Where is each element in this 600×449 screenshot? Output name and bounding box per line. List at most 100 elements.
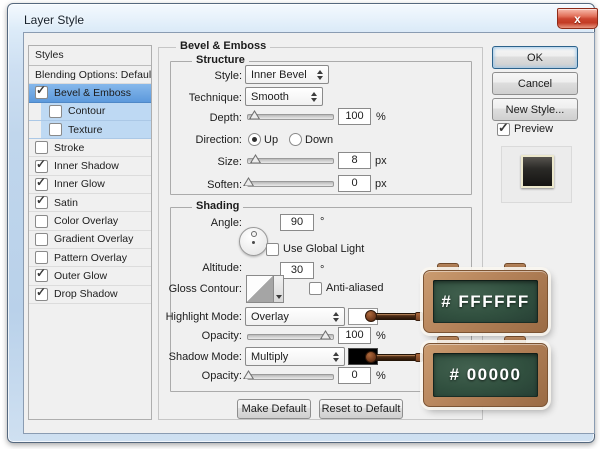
sidebar-item-blending-options[interactable]: Blending Options: Default [29,66,151,84]
updown-arrows-icon [311,92,317,102]
reset-to-default-button[interactable]: Reset to Default [319,399,403,419]
highlight-mode-label: Highlight Mode: [160,311,242,323]
direction-up-label: Up [264,134,278,146]
preview-panel [501,146,572,203]
close-icon: x [574,13,581,25]
soften-label: Soften: [160,179,242,191]
style-dropdown[interactable]: Inner Bevel [245,65,329,84]
sidebar-item-inner-glow[interactable]: Inner Glow [29,176,151,194]
sidebar-item-label: Inner Glow [54,178,105,190]
angle-dial[interactable] [239,227,268,256]
checkbox-stroke[interactable] [35,141,48,154]
shadow-opacity-unit: % [376,370,386,382]
gloss-contour-thumbnail[interactable] [246,275,274,303]
technique-dropdown[interactable]: Smooth [245,87,323,106]
checkbox-contour[interactable] [49,105,62,118]
sidebar-item-label: Drop Shadow [54,288,118,300]
ok-button[interactable]: OK [492,46,578,69]
checkbox-outer-glow[interactable] [35,269,48,282]
sidebar-item-satin[interactable]: Satin [29,194,151,212]
updown-arrows-icon [333,312,339,322]
use-global-light-checkbox[interactable] [266,243,279,256]
dropdown-arrow-icon [276,295,282,299]
checkbox-satin[interactable] [35,196,48,209]
structure-legend: Structure [192,54,249,66]
size-field[interactable]: 8 [338,152,371,169]
sidebar-item-label: Contour [68,105,105,117]
altitude-unit: ° [320,264,324,276]
pointer-stick-cap [415,312,423,321]
new-style-button[interactable]: New Style... [492,98,578,121]
highlight-mode-dropdown[interactable]: Overlay [245,307,345,326]
highlight-opacity-track[interactable] [247,334,334,340]
size-label: Size: [160,156,242,168]
shadow-hex-text: # 00000 [433,353,538,397]
shadow-opacity-field[interactable]: 0 [338,367,371,384]
close-button[interactable]: x [557,8,598,29]
sidebar-item-color-overlay[interactable]: Color Overlay [29,212,151,230]
cancel-button[interactable]: Cancel [492,72,578,95]
soften-unit: px [375,178,387,190]
sidebar-item-gradient-overlay[interactable]: Gradient Overlay [29,231,151,249]
checkbox-texture[interactable] [49,123,62,136]
sidebar-item-drop-shadow[interactable]: Drop Shadow [29,286,151,304]
sidebar-item-label: Stroke [54,142,84,154]
direction-down-radio[interactable] [289,133,302,146]
sidebar-item-stroke[interactable]: Stroke [29,139,151,157]
sidebar-item-inner-shadow[interactable]: Inner Shadow [29,157,151,175]
altitude-field[interactable]: 30 [280,262,314,279]
depth-slider-track[interactable] [247,114,334,120]
checkbox-inner-shadow[interactable] [35,160,48,173]
checkbox-gradient-overlay[interactable] [35,233,48,246]
size-slider-track[interactable] [247,158,334,164]
highlight-opacity-field[interactable]: 100 [338,327,371,344]
highlight-hex-annotation-board: # FFFFFF [423,270,548,333]
sidebar-item-pattern-overlay[interactable]: Pattern Overlay [29,249,151,267]
technique-value: Smooth [251,91,289,103]
checkbox-drop-shadow[interactable] [35,288,48,301]
shadow-mode-dropdown[interactable]: Multiply [245,347,345,366]
angle-field[interactable]: 90 [280,214,314,231]
sidebar-item-texture[interactable]: Texture [29,121,151,139]
altitude-label: Altitude: [160,262,242,274]
layer-style-dialog: Layer Style x Styles Blending Options: D… [0,0,600,449]
sidebar-item-label: Satin [54,197,78,209]
make-default-button[interactable]: Make Default [237,399,311,419]
gloss-contour-dropdown[interactable] [273,275,284,303]
highlight-opacity-label: Opacity: [160,330,242,342]
preview-label: Preview [514,123,553,135]
effect-title: Bevel & Emboss [176,40,270,52]
sidebar-item-contour[interactable]: Contour [29,103,151,121]
highlight-hex-text: # FFFFFF [433,280,538,323]
sidebar-item-bevel-emboss[interactable]: Bevel & Emboss [29,84,151,102]
soften-slider-track[interactable] [247,181,334,187]
shadow-opacity-label: Opacity: [160,370,242,382]
highlight-mode-value: Overlay [251,311,289,323]
layer-preview-thumbnail [521,155,554,188]
pointer-stick-knob [365,351,377,363]
checkbox-inner-glow[interactable] [35,178,48,191]
shadow-mode-label: Shadow Mode: [160,351,242,363]
soften-field[interactable]: 0 [338,175,371,192]
sidebar-item-label: Texture [68,124,102,136]
checkbox-color-overlay[interactable] [35,215,48,228]
depth-field[interactable]: 100 [338,108,371,125]
sidebar-item-label: Color Overlay [54,215,118,227]
preview-checkbox[interactable] [497,123,510,136]
direction-label: Direction: [160,134,242,146]
anti-aliased-checkbox[interactable] [309,282,322,295]
direction-up-radio[interactable] [248,133,261,146]
updown-arrows-icon [317,70,323,80]
depth-unit: % [376,111,386,123]
style-value: Inner Bevel [251,69,307,81]
checkbox-bevel-emboss[interactable] [35,86,48,99]
depth-label: Depth: [160,112,242,124]
checkbox-pattern-overlay[interactable] [35,251,48,264]
sidebar-item-outer-glow[interactable]: Outer Glow [29,267,151,285]
sidebar-item-label: Blending Options: Default [35,69,151,81]
pointer-stick-knob [365,310,377,322]
technique-label: Technique: [160,92,242,104]
sidebar-item-label: Outer Glow [54,270,107,282]
shadow-opacity-track[interactable] [247,374,334,380]
updown-arrows-icon [333,352,339,362]
